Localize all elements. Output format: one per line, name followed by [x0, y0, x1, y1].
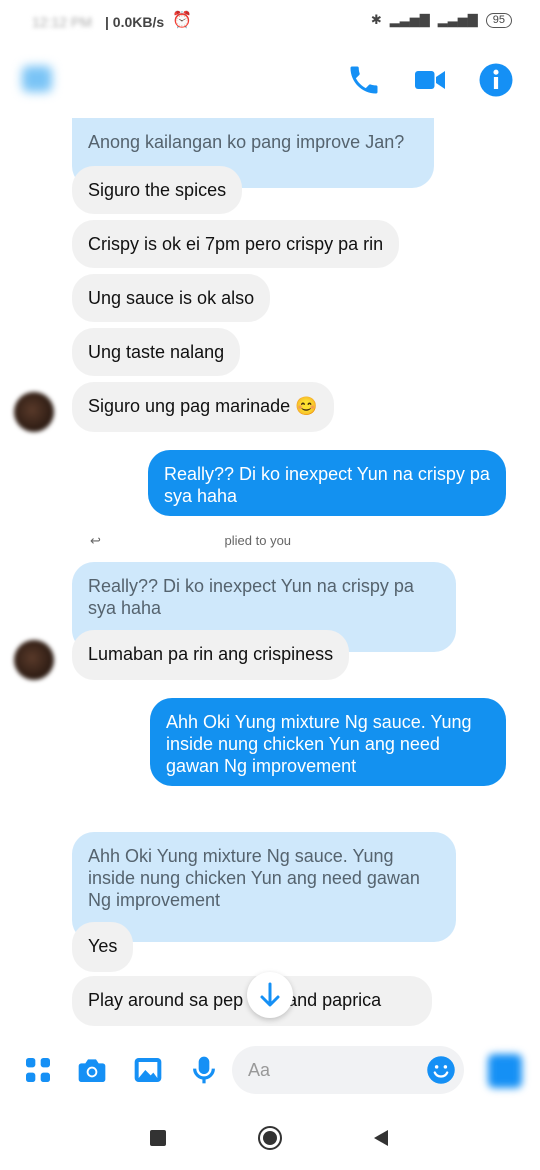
composer-bar: Aa	[0, 1036, 540, 1106]
apps-icon[interactable]	[22, 1054, 54, 1086]
incoming-message[interactable]: Yes	[72, 922, 134, 972]
message-input[interactable]: Aa	[232, 1046, 464, 1094]
replied-label: plied to you	[224, 533, 292, 548]
recents-icon[interactable]	[150, 1130, 166, 1146]
gallery-icon[interactable]	[132, 1054, 164, 1086]
phone-icon[interactable]	[346, 62, 382, 98]
chat-header	[0, 46, 540, 114]
bluetooth-icon: ✱	[370, 12, 382, 27]
battery-badge: 95	[485, 12, 512, 28]
alarm-icon: ⏰	[172, 12, 192, 29]
network-speed: | 0.0KB/s	[105, 14, 165, 30]
replied-indicator: ↩ plied to you	[90, 533, 291, 549]
signal-icon-2: ▂▃▅▇	[437, 12, 478, 27]
status-bar: 12:12 PM | 0.0KB/s ⏰ ✱ ▂▃▅▇ ▂▃▅▇ 95	[0, 0, 540, 46]
incoming-message[interactable]: Siguro ung pag marinade 😊	[72, 382, 334, 432]
avatar[interactable]	[14, 392, 54, 432]
video-icon[interactable]	[412, 62, 448, 98]
mic-icon[interactable]	[188, 1054, 220, 1086]
incoming-message[interactable]: Crispy is ok ei 7pm pero crispy pa rin	[72, 220, 400, 268]
system-nav-bar	[0, 1106, 540, 1170]
status-right: ✱ ▂▃▅▇ ▂▃▅▇ 95	[371, 12, 512, 28]
home-icon[interactable]	[258, 1126, 282, 1150]
quoted-message[interactable]: Ahh Oki Yung mixture Ng sauce. Yung insi…	[72, 832, 456, 942]
outgoing-message[interactable]: Ahh Oki Yung mixture Ng sauce. Yung insi…	[150, 698, 506, 786]
outgoing-message[interactable]: Really?? Di ko inexpect Yun na crispy pa…	[148, 450, 506, 516]
back-icon[interactable]	[22, 66, 52, 92]
avatar[interactable]	[14, 640, 54, 680]
incoming-message[interactable]: Siguro the spices	[72, 166, 243, 214]
scroll-down-button[interactable]	[247, 972, 293, 1018]
info-icon[interactable]	[478, 62, 514, 98]
message-placeholder: Aa	[248, 1060, 271, 1080]
like-icon[interactable]	[488, 1054, 522, 1088]
incoming-message[interactable]: Ung taste nalang	[72, 328, 241, 376]
incoming-message[interactable]: Lumaban pa rin ang crispiness	[72, 630, 350, 680]
status-time: 12:12 PM	[32, 14, 92, 30]
signal-icon: ▂▃▅▇	[389, 12, 430, 27]
incoming-message[interactable]: Ung sauce is ok also	[72, 274, 271, 322]
camera-icon[interactable]	[76, 1054, 108, 1086]
emoji-icon[interactable]	[426, 1055, 456, 1085]
reply-icon: ↩	[90, 533, 101, 548]
back-nav-icon[interactable]	[370, 1128, 390, 1148]
arrow-down-icon	[260, 982, 280, 1007]
